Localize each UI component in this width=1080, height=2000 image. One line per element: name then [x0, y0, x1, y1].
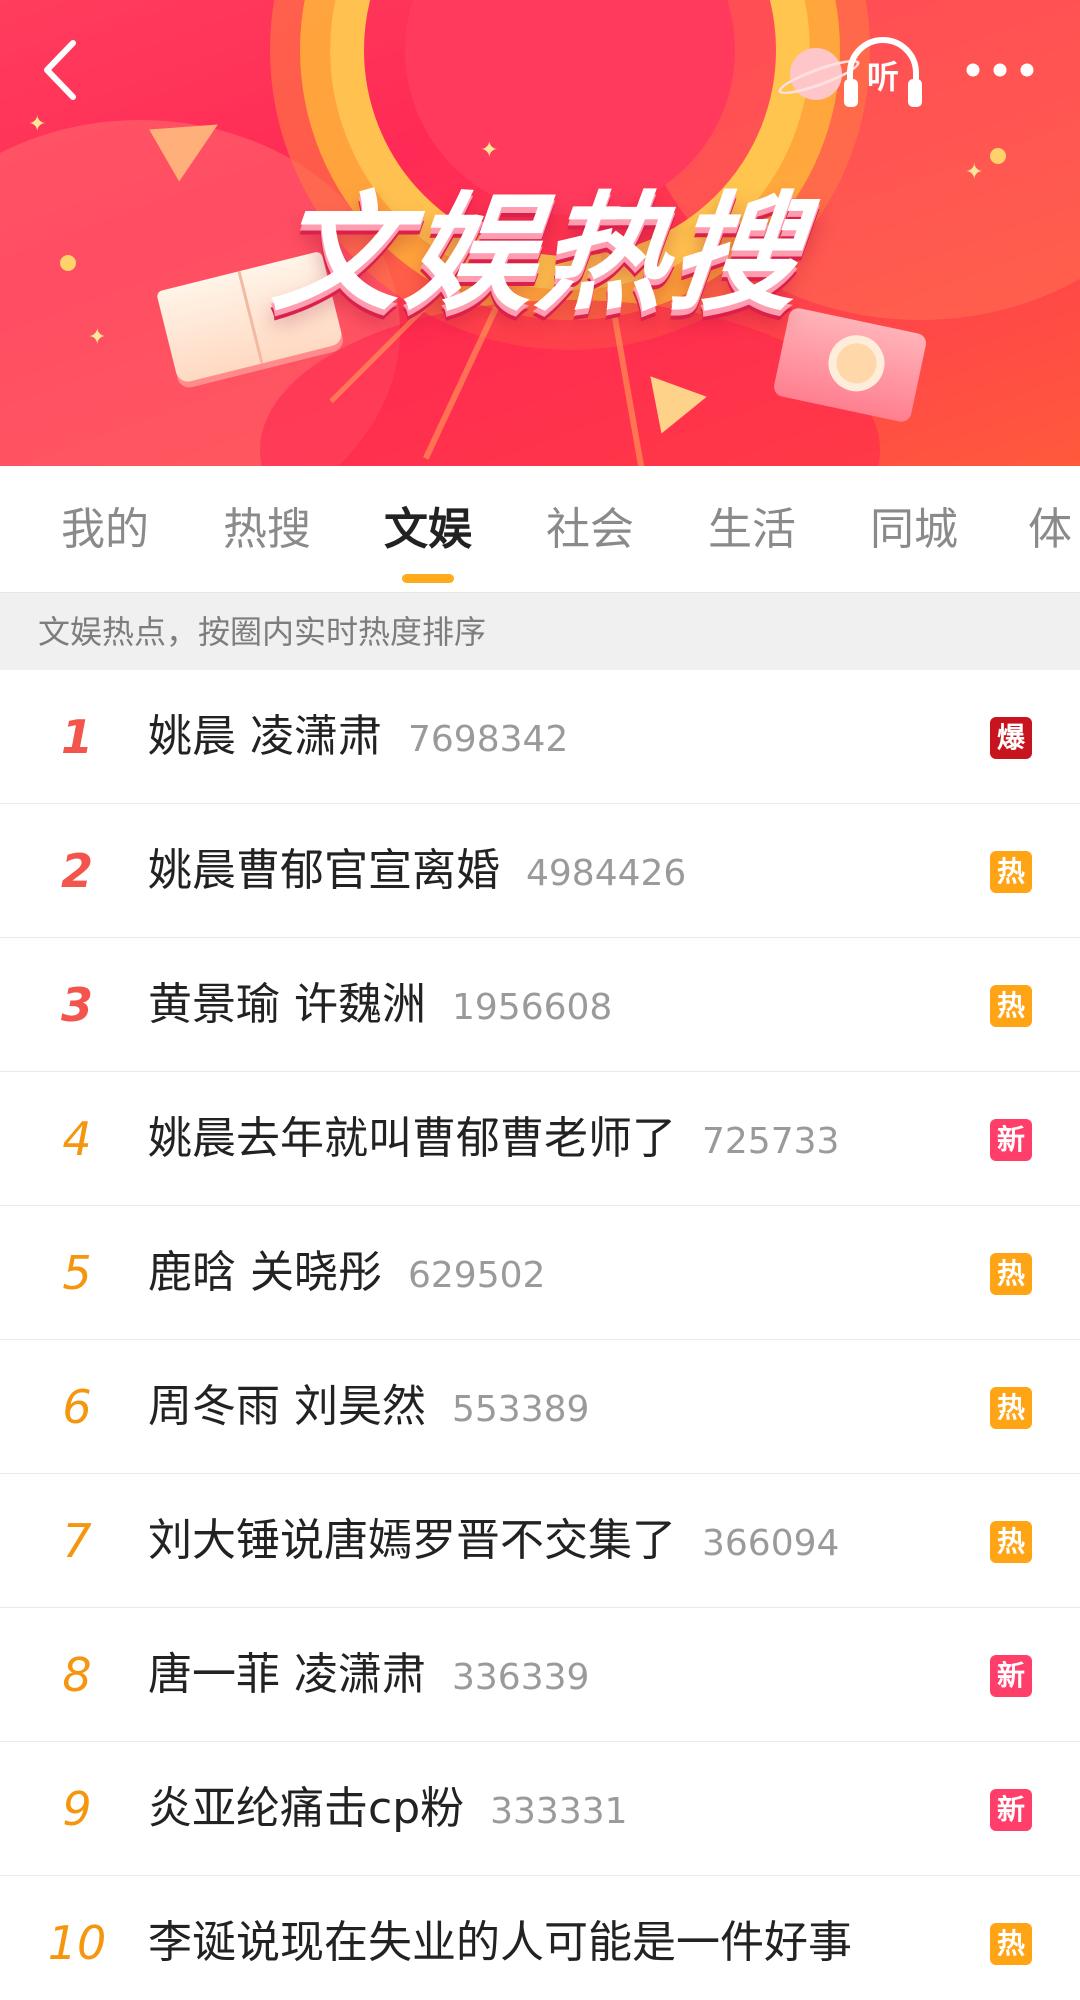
more-button[interactable]	[950, 30, 1050, 110]
list-subtitle: 文娱热点，按圈内实时热度排序	[0, 592, 1080, 670]
topic-title: 李诞说现在失业的人可能是一件好事	[148, 1917, 852, 1968]
topic-text: 姚晨去年就叫曹郁曹老师了 725733	[148, 1072, 839, 1206]
list-item[interactable]: 6 周冬雨 刘昊然 553389 热	[0, 1340, 1080, 1474]
heat-count: 366094	[702, 1523, 840, 1564]
rank-number: 8	[62, 1648, 92, 1702]
tab-hot-search[interactable]: 热搜	[220, 500, 314, 560]
status-badge: 热	[990, 1521, 1032, 1563]
more-dots-icon	[966, 63, 1034, 77]
status-badge: 新	[990, 1655, 1032, 1697]
tab-sports[interactable]: 体	[1028, 500, 1080, 560]
list-item[interactable]: 3 黄景瑜 许魏洲 1956608 热	[0, 938, 1080, 1072]
tab-life[interactable]: 生活	[705, 500, 799, 560]
back-arrow-icon	[44, 40, 76, 100]
banner-title-wrap: 文娱热搜	[0, 150, 1080, 335]
heat-count: 629502	[408, 1255, 546, 1296]
topic-title: 鹿晗 关晓彤	[148, 1247, 382, 1298]
heat-count: 7698342	[408, 719, 569, 760]
heat-count: 1956608	[452, 987, 613, 1028]
status-badge: 热	[990, 1253, 1032, 1295]
status-badge: 新	[990, 1789, 1032, 1831]
rank-number: 2	[60, 844, 93, 898]
rank-number: 9	[62, 1782, 92, 1836]
planet-decoration	[790, 48, 842, 100]
list-item[interactable]: 1 姚晨 凌潇肃 7698342 爆	[0, 670, 1080, 804]
topic-title: 唐一菲 凌潇肃	[148, 1649, 426, 1700]
listen-label: 听	[866, 58, 899, 96]
rank-number: 6	[62, 1380, 92, 1434]
topic-text: 姚晨 凌潇肃 7698342	[148, 670, 568, 804]
list-item[interactable]: 4 姚晨去年就叫曹郁曹老师了 725733 新	[0, 1072, 1080, 1206]
list-item[interactable]: 9 炎亚纶痛击cp粉 333331 新	[0, 1742, 1080, 1876]
topic-text: 炎亚纶痛击cp粉 333331	[148, 1742, 628, 1876]
tab-mine[interactable]: 我的	[58, 500, 152, 560]
category-tabs: 我的 热搜 文娱 社会 生活 同城 体	[0, 466, 1080, 592]
status-badge: 热	[990, 985, 1032, 1027]
topic-title: 姚晨曹郁官宣离婚	[148, 845, 500, 896]
tab-local[interactable]: 同城	[867, 500, 961, 560]
topic-title: 姚晨去年就叫曹郁曹老师了	[148, 1113, 676, 1164]
header-banner: ✦ ✦ ✦ ✦ 文娱热搜 听	[0, 0, 1080, 466]
status-badge: 热	[990, 1923, 1032, 1965]
rank-number: 1	[60, 710, 93, 764]
rank-number: 4	[62, 1112, 92, 1166]
list-item[interactable]: 10 李诞说现在失业的人可能是一件好事 热	[0, 1876, 1080, 2000]
topic-title: 炎亚纶痛击cp粉	[148, 1783, 465, 1834]
tab-entertainment[interactable]: 文娱	[381, 500, 475, 560]
status-badge: 热	[990, 851, 1032, 893]
heat-count: 336339	[452, 1657, 590, 1698]
topic-text: 李诞说现在失业的人可能是一件好事	[148, 1876, 852, 2000]
list-item[interactable]: 5 鹿晗 关晓彤 629502 热	[0, 1206, 1080, 1340]
active-tab-indicator	[402, 574, 454, 583]
tab-society[interactable]: 社会	[543, 500, 637, 560]
rank-number: 7	[62, 1514, 92, 1568]
list-item[interactable]: 7 刘大锤说唐嫣罗晋不交集了 366094 热	[0, 1474, 1080, 1608]
topic-text: 鹿晗 关晓彤 629502	[148, 1206, 545, 1340]
topic-text: 刘大锤说唐嫣罗晋不交集了 366094	[148, 1474, 839, 1608]
status-badge: 热	[990, 1387, 1032, 1429]
status-badge: 爆	[990, 717, 1032, 759]
topic-text: 黄景瑜 许魏洲 1956608	[148, 938, 612, 1072]
heat-count: 725733	[702, 1121, 840, 1162]
topic-title: 姚晨 凌潇肃	[148, 711, 382, 762]
topic-text: 周冬雨 刘昊然 553389	[148, 1340, 589, 1474]
rank-number: 10	[47, 1916, 107, 1970]
heat-count: 333331	[490, 1791, 628, 1832]
topic-title: 刘大锤说唐嫣罗晋不交集了	[148, 1515, 676, 1566]
status-badge: 新	[990, 1119, 1032, 1161]
rank-number: 3	[60, 978, 93, 1032]
rank-number: 5	[62, 1246, 92, 1300]
heat-count: 4984426	[526, 853, 687, 894]
topic-title: 周冬雨 刘昊然	[148, 1381, 426, 1432]
topic-text: 唐一菲 凌潇肃 336339	[148, 1608, 589, 1742]
hot-search-list: 1 姚晨 凌潇肃 7698342 爆 2 姚晨曹郁官宣离婚 4984426 热 3 …	[0, 670, 1080, 2000]
listen-button[interactable]: 听	[838, 28, 928, 118]
back-button[interactable]	[20, 30, 100, 110]
list-item[interactable]: 8 唐一菲 凌潇肃 336339 新	[0, 1608, 1080, 1742]
heat-count: 553389	[452, 1389, 590, 1430]
list-item[interactable]: 2 姚晨曹郁官宣离婚 4984426 热	[0, 804, 1080, 938]
topic-title: 黄景瑜 许魏洲	[148, 979, 426, 1030]
sparkle-icon: ✦	[28, 112, 47, 137]
page-title: 文娱热搜	[266, 180, 811, 329]
topic-text: 姚晨曹郁官宣离婚 4984426	[148, 804, 686, 938]
